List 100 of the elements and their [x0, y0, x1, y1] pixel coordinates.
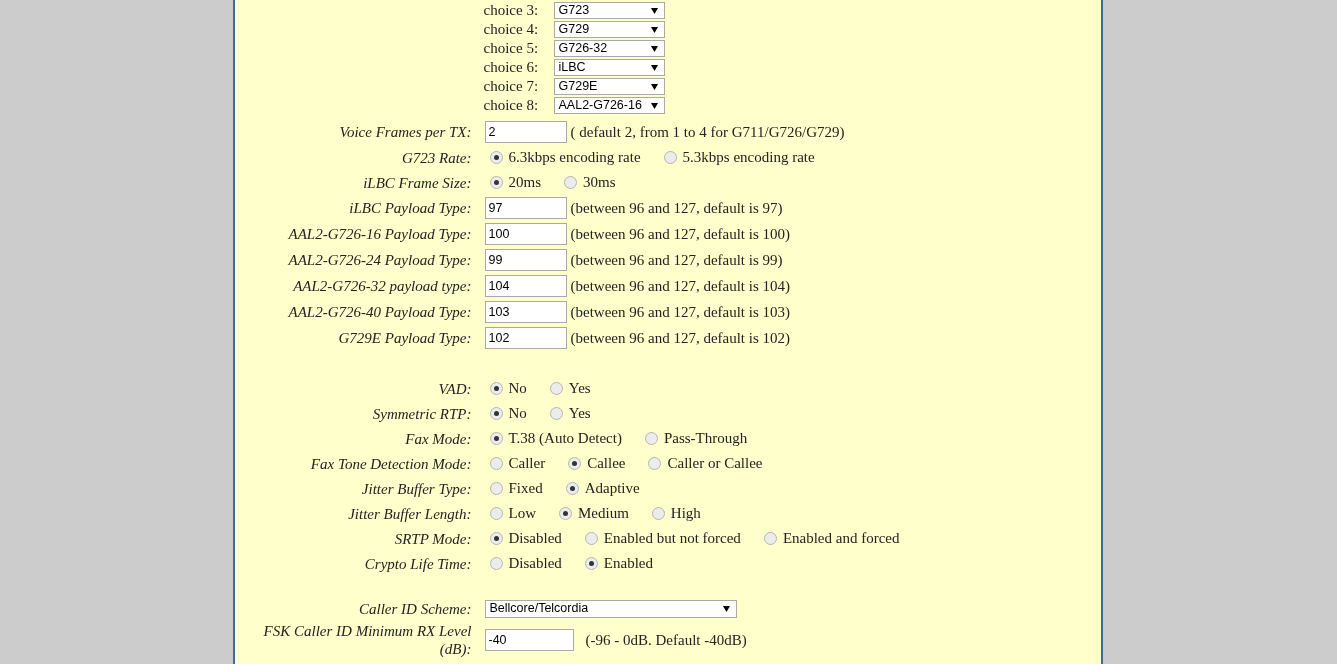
- hint-text: (-96 - 0dB. Default -40dB): [585, 630, 747, 650]
- field-label: choice 7:: [483, 77, 540, 97]
- radio-button[interactable]: [568, 457, 582, 470]
- radio-button[interactable]: [584, 557, 598, 570]
- radio-button[interactable]: [489, 532, 503, 545]
- text-field[interactable]: -40: [484, 629, 574, 651]
- radio-label: T.38 (Auto Detect): [508, 429, 622, 449]
- radio-label: Enabled and forced: [782, 529, 900, 549]
- hint-text: (between 96 and 127, default is 97): [570, 198, 783, 218]
- radio-label: No: [508, 404, 527, 424]
- radio-button[interactable]: [489, 382, 503, 395]
- caret-icon: [650, 45, 658, 52]
- radio-button[interactable]: [489, 176, 503, 189]
- radio-label: Fixed: [508, 479, 543, 499]
- radio-label: Caller or Callee: [667, 454, 763, 474]
- radio-label: High: [670, 504, 701, 524]
- field-label: Caller ID Scheme:: [358, 599, 472, 618]
- radio-label: 30ms: [583, 173, 616, 193]
- text-field[interactable]: 102: [484, 327, 567, 349]
- dropdown[interactable]: G729E: [553, 78, 665, 95]
- radio-button[interactable]: [564, 176, 577, 189]
- field-label: AAL2-G726-32 payload type:: [291, 277, 472, 295]
- field-label: VAD:: [437, 379, 472, 398]
- radio-label: Yes: [568, 404, 591, 424]
- radio-button[interactable]: [565, 482, 579, 495]
- field-label: AAL2-G726-16 Payload Type:: [287, 225, 472, 243]
- radio-button[interactable]: [549, 407, 563, 420]
- text-field[interactable]: 2: [484, 121, 567, 143]
- radio-label: Enabled: [603, 554, 653, 574]
- radio-label: Medium: [578, 504, 629, 524]
- hint-text: (between 96 and 127, default is 100): [570, 224, 791, 244]
- text-field[interactable]: 99: [484, 249, 567, 271]
- radio-label: Adaptive: [584, 479, 640, 499]
- field-label: choice 5:: [483, 39, 540, 59]
- caret-icon: [650, 26, 658, 33]
- dropdown[interactable]: iLBC: [553, 59, 665, 76]
- radio-label: 20ms: [508, 173, 541, 193]
- field-label: AAL2-G726-40 Payload Type:: [287, 303, 472, 321]
- radio-label: Callee: [587, 454, 626, 474]
- radio-label: Caller: [508, 454, 546, 474]
- radio-button[interactable]: [644, 432, 658, 445]
- dropdown[interactable]: G726-32: [553, 40, 665, 57]
- field-label: Jitter Buffer Type:: [360, 479, 472, 498]
- caret-icon: [650, 64, 658, 71]
- radio-button[interactable]: [489, 457, 503, 470]
- dropdown[interactable]: AAL2-G726-16: [553, 97, 665, 114]
- field-label: Fax Mode:: [404, 429, 472, 448]
- radio-button[interactable]: [648, 457, 662, 470]
- field-label: Jitter Buffer Length:: [347, 504, 472, 523]
- field-label: AAL2-G726-24 Payload Type:: [287, 251, 472, 269]
- field-label: choice 6:: [483, 58, 540, 78]
- dropdown[interactable]: Bellcore/Telcordia: [484, 599, 737, 618]
- text-field[interactable]: 97: [484, 197, 567, 219]
- hint-text: (between 96 and 127, default is 103): [570, 302, 791, 322]
- field-label: G729E Payload Type:: [337, 329, 472, 347]
- radio-button[interactable]: [549, 382, 563, 395]
- text-field[interactable]: 103: [484, 301, 567, 323]
- radio-button[interactable]: [559, 507, 572, 520]
- radio-label: Disabled: [508, 554, 562, 574]
- radio-label: Disabled: [508, 529, 562, 549]
- radio-button[interactable]: [489, 557, 503, 570]
- hint-text: (between 96 and 127, default is 102): [570, 328, 791, 348]
- field-label: Symmetric RTP:: [371, 404, 472, 423]
- radio-button[interactable]: [763, 532, 777, 545]
- hint-text: ( default 2, from 1 to 4 for G711/G726/G729): [570, 122, 845, 142]
- field-label: iLBC Frame Size:: [362, 173, 472, 192]
- radio-label: Pass-Through: [663, 429, 748, 449]
- radio-label: Low: [508, 504, 536, 524]
- radio-button[interactable]: [489, 507, 503, 520]
- radio-button[interactable]: [584, 532, 598, 545]
- field-label: choice 4:: [483, 20, 540, 40]
- caret-icon: [722, 605, 730, 612]
- dropdown[interactable]: G723: [553, 2, 665, 19]
- text-field[interactable]: 100: [484, 223, 567, 245]
- text-field[interactable]: 104: [484, 275, 567, 297]
- radio-label: Enabled but not forced: [603, 529, 741, 549]
- radio-label: 6.3kbps encoding rate: [508, 148, 641, 168]
- hint-text: (between 96 and 127, default is 104): [570, 276, 791, 296]
- caret-icon: [650, 83, 658, 90]
- field-label: choice 8:: [483, 96, 540, 116]
- radio-button[interactable]: [489, 151, 503, 164]
- radio-button[interactable]: [651, 507, 665, 520]
- field-label: Fax Tone Detection Mode:: [309, 454, 472, 473]
- radio-button[interactable]: [489, 432, 503, 445]
- caret-icon: [650, 7, 658, 14]
- field-label: iLBC Payload Type:: [348, 199, 472, 217]
- radio-label: No: [508, 379, 527, 399]
- radio-label: Yes: [568, 379, 591, 399]
- field-label: choice 3:: [483, 1, 540, 21]
- radio-button[interactable]: [663, 151, 677, 164]
- field-label: Voice Frames per TX:: [338, 123, 472, 141]
- radio-label: 5.3kbps encoding rate: [682, 148, 815, 168]
- dropdown[interactable]: G729: [553, 21, 665, 38]
- hint-text: (between 96 and 127, default is 99): [570, 250, 783, 270]
- field-label: G723 Rate:: [400, 148, 472, 167]
- field-label: FSK Caller ID Minimum RX Level (dB):: [262, 622, 472, 658]
- field-label: Crypto Life Time:: [363, 554, 472, 573]
- radio-button[interactable]: [489, 407, 503, 420]
- caret-icon: [650, 102, 658, 109]
- radio-button[interactable]: [489, 482, 503, 495]
